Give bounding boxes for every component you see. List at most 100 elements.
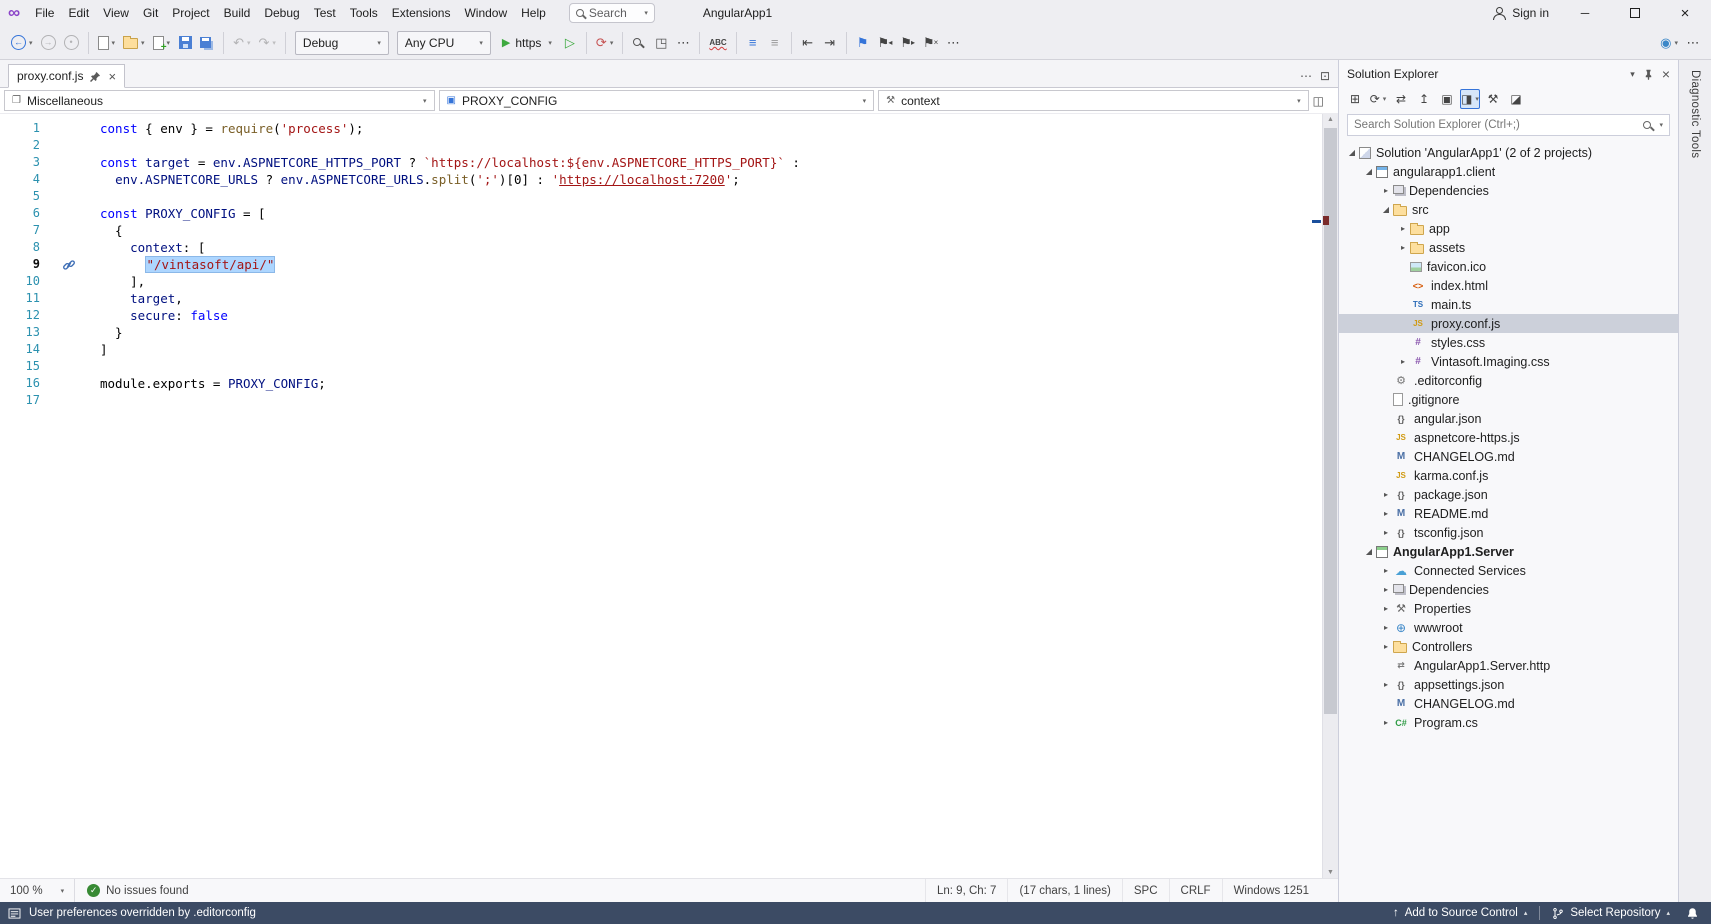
tree-item-changelog-md[interactable]: MCHANGELOG.md xyxy=(1339,447,1678,466)
tree-item-solution-angularapp1-2-of-2-projects[interactable]: ◢Solution 'AngularApp1' (2 of 2 projects… xyxy=(1339,143,1678,162)
uncomment-button[interactable]: ≡ xyxy=(765,31,785,55)
expand-icon[interactable]: ▸ xyxy=(1379,509,1393,518)
expand-icon[interactable]: ▸ xyxy=(1379,623,1393,632)
live-share-button[interactable]: ◳ xyxy=(651,31,671,55)
menu-window[interactable]: Window xyxy=(457,3,514,23)
window-position-icon[interactable]: ▾ xyxy=(1630,69,1635,80)
zoom-select[interactable]: 100 % ▾ xyxy=(0,879,75,902)
recent-files-button[interactable]: • xyxy=(61,31,82,55)
scroll-down-icon[interactable]: ▼ xyxy=(1323,869,1338,876)
save-button[interactable] xyxy=(175,31,195,55)
tree-item-main-ts[interactable]: TSmain.ts xyxy=(1339,295,1678,314)
glyph-margin[interactable] xyxy=(46,222,100,239)
collapse-all-button[interactable]: ↥ xyxy=(1414,89,1434,109)
glyph-margin[interactable] xyxy=(46,137,100,154)
glyph-margin[interactable] xyxy=(46,341,100,358)
tree-item-readme-md[interactable]: ▸MREADME.md xyxy=(1339,504,1678,523)
expand-icon[interactable]: ▸ xyxy=(1379,186,1393,195)
expand-icon[interactable]: ▸ xyxy=(1379,642,1393,651)
preview-selected-button[interactable]: ◪ xyxy=(1506,89,1526,109)
increase-indent-button[interactable]: ⇥ xyxy=(820,31,840,55)
code-line-11[interactable]: 11 target, xyxy=(0,290,1338,307)
tree-item-dependencies[interactable]: ▸Dependencies xyxy=(1339,580,1678,599)
tree-item-angular-json[interactable]: {}angular.json xyxy=(1339,409,1678,428)
code-line-7[interactable]: 7 { xyxy=(0,222,1338,239)
expand-icon[interactable]: ▸ xyxy=(1379,585,1393,594)
menu-test[interactable]: Test xyxy=(307,3,343,23)
diagnostic-tools-tab[interactable]: Diagnostic Tools xyxy=(1689,70,1701,158)
switch-views-button[interactable]: ⊞ xyxy=(1345,89,1365,109)
toggle-bookmark-button[interactable]: ⚑ xyxy=(853,31,873,55)
tree-item-tsconfig-json[interactable]: ▸{}tsconfig.json xyxy=(1339,523,1678,542)
split-window-button[interactable]: ◫ xyxy=(1313,94,1334,108)
scope-dropdown[interactable]: ❐ Miscellaneous ▾ xyxy=(4,90,435,111)
view-selector-button[interactable]: ◨▾ xyxy=(1460,89,1480,109)
code-line-6[interactable]: 6const PROXY_CONFIG = [ xyxy=(0,205,1338,222)
hot-reload-button[interactable]: ⟳▾ xyxy=(593,31,616,55)
code-line-10[interactable]: 10 ], xyxy=(0,273,1338,290)
search-box[interactable]: Search ▾ xyxy=(569,3,655,23)
tree-item-gitignore[interactable]: .gitignore xyxy=(1339,390,1678,409)
glyph-margin[interactable] xyxy=(46,256,100,273)
expand-icon[interactable]: ▸ xyxy=(1379,604,1393,613)
tree-item-app[interactable]: ▸app xyxy=(1339,219,1678,238)
vertical-scrollbar[interactable]: ▲ ▼ xyxy=(1322,114,1338,878)
glyph-margin[interactable] xyxy=(46,324,100,341)
encoding-mode[interactable]: Windows 1251 xyxy=(1222,879,1320,902)
glyph-margin[interactable] xyxy=(46,154,100,171)
close-panel-icon[interactable]: × xyxy=(1662,66,1670,82)
expand-icon[interactable]: ▸ xyxy=(1396,357,1410,366)
solution-search-input[interactable] xyxy=(1354,119,1637,131)
glyph-margin[interactable] xyxy=(46,290,100,307)
tree-item-index-html[interactable]: <>index.html xyxy=(1339,276,1678,295)
comment-button[interactable]: ≡ xyxy=(743,31,763,55)
expand-icon[interactable]: ▸ xyxy=(1379,490,1393,499)
menu-debug[interactable]: Debug xyxy=(257,3,306,23)
glyph-margin[interactable] xyxy=(46,273,100,290)
add-to-source-control-button[interactable]: ↑ Add to Source Control ▴ xyxy=(1389,902,1531,924)
select-repository-button[interactable]: Select Repository ▴ xyxy=(1548,902,1674,924)
refresh-button[interactable]: ⟳▾ xyxy=(1368,89,1388,109)
properties-button[interactable]: ⚒ xyxy=(1483,89,1503,109)
menu-git[interactable]: Git xyxy=(136,3,165,23)
tree-item-editorconfig[interactable]: ⚙.editorconfig xyxy=(1339,371,1678,390)
code-line-2[interactable]: 2 xyxy=(0,137,1338,154)
close-tab-icon[interactable]: × xyxy=(108,70,116,83)
member-dropdown[interactable]: ⚒ context ▾ xyxy=(878,90,1309,111)
close-button[interactable]: × xyxy=(1665,1,1705,25)
tree-item-angularapp1-client[interactable]: ◢angularapp1.client xyxy=(1339,162,1678,181)
undo-button[interactable]: ↶▾ xyxy=(230,31,253,55)
start-without-debugging-button[interactable]: ▷ xyxy=(560,31,580,55)
code-line-3[interactable]: 3const target = env.ASPNETCORE_HTTPS_POR… xyxy=(0,154,1338,171)
menu-view[interactable]: View xyxy=(96,3,136,23)
tree-item-dependencies[interactable]: ▸Dependencies xyxy=(1339,181,1678,200)
glyph-margin[interactable] xyxy=(46,188,100,205)
previous-bookmark-button[interactable]: ⚑◂ xyxy=(875,31,896,55)
add-item-button[interactable]: ▾ xyxy=(150,31,174,55)
platform-select[interactable]: Any CPU▾ xyxy=(397,31,491,55)
solution-search-box[interactable]: ▾ xyxy=(1347,114,1670,136)
glyph-margin[interactable] xyxy=(46,205,100,222)
tab-proxy-conf-js[interactable]: proxy.conf.js × xyxy=(8,64,125,88)
tree-item-karma-conf-js[interactable]: JSkarma.conf.js xyxy=(1339,466,1678,485)
code-line-1[interactable]: 1const { env } = require('process'); xyxy=(0,120,1338,137)
caret-position[interactable]: Ln: 9, Ch: 7 xyxy=(925,879,1007,902)
menu-file[interactable]: File xyxy=(28,3,61,23)
toolbar-options-button[interactable]: ⋯ xyxy=(1683,31,1703,55)
show-all-files-button[interactable]: ▣ xyxy=(1437,89,1457,109)
toolbar-overflow-button[interactable]: ⋯ xyxy=(673,31,693,55)
code-line-8[interactable]: 8 context: [ xyxy=(0,239,1338,256)
glyph-margin[interactable] xyxy=(46,375,100,392)
minimize-button[interactable]: ─ xyxy=(1565,1,1605,25)
menu-tools[interactable]: Tools xyxy=(343,3,385,23)
expand-icon[interactable]: ▸ xyxy=(1379,528,1393,537)
tree-item-program-cs[interactable]: ▸C#Program.cs xyxy=(1339,713,1678,732)
glyph-margin[interactable] xyxy=(46,392,100,409)
tree-item-src[interactable]: ◢src xyxy=(1339,200,1678,219)
collapse-icon[interactable]: ◢ xyxy=(1362,547,1376,556)
sign-in-button[interactable]: Sign in xyxy=(1486,4,1555,22)
open-file-button[interactable]: ▾ xyxy=(120,31,148,55)
tree-item-proxy-conf-js[interactable]: JSproxy.conf.js xyxy=(1339,314,1678,333)
expand-icon[interactable]: ▸ xyxy=(1396,224,1410,233)
tree-item-wwwroot[interactable]: ▸⊕wwwroot xyxy=(1339,618,1678,637)
